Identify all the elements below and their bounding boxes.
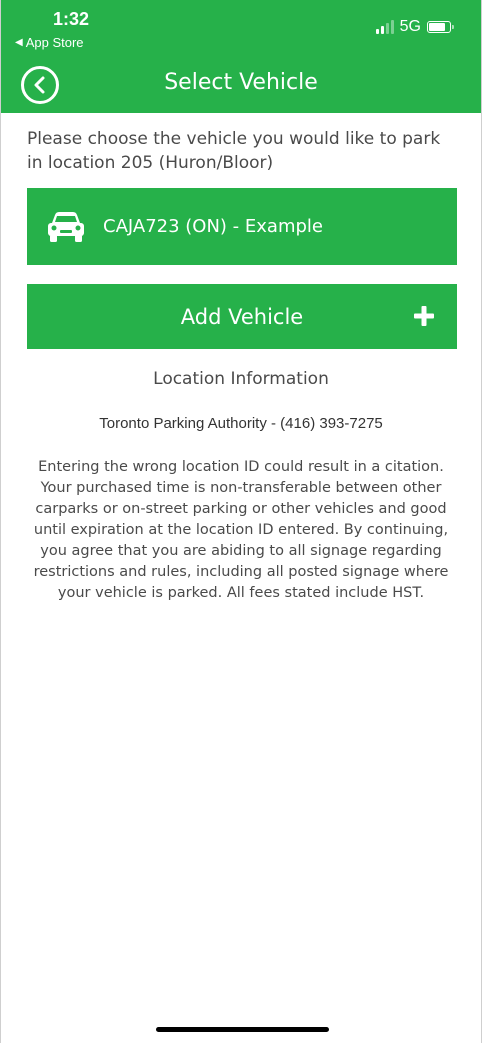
authority-contact: Toronto Parking Authority - (416) 393-72… — [99, 415, 383, 432]
page-title: Select Vehicle — [164, 70, 318, 95]
back-app-label: App Store — [25, 35, 84, 50]
add-vehicle-label: Add Vehicle — [180, 304, 304, 329]
header-bar: 1:32 ◀ App Store 5G Select Vehicle — [1, 0, 481, 113]
home-indicator[interactable] — [156, 1027, 329, 1032]
network-label: 5G — [399, 18, 421, 35]
location-info-heading: Location Information — [153, 369, 329, 389]
disclaimer-text: Entering the wrong location ID could res… — [33, 459, 449, 601]
status-indicators: 5G — [375, 18, 454, 36]
vehicle-label: CAJA723 (ON) - Example — [103, 216, 323, 237]
status-time: 1:32 — [53, 9, 90, 29]
intro-text: Please choose the vehicle you would like… — [27, 129, 441, 173]
plus-icon — [414, 306, 434, 326]
back-to-app-link[interactable]: ◀ App Store — [15, 35, 84, 50]
add-vehicle-button[interactable]: Add Vehicle — [27, 284, 457, 349]
back-triangle-icon: ◀ — [15, 37, 23, 48]
screen: 1:32 ◀ App Store 5G Select Vehicle Pleas… — [0, 0, 482, 1043]
vehicle-item[interactable]: CAJA723 (ON) - Example — [27, 188, 457, 265]
battery-icon — [427, 21, 454, 33]
signal-icon — [375, 20, 394, 34]
car-icon — [48, 211, 84, 242]
